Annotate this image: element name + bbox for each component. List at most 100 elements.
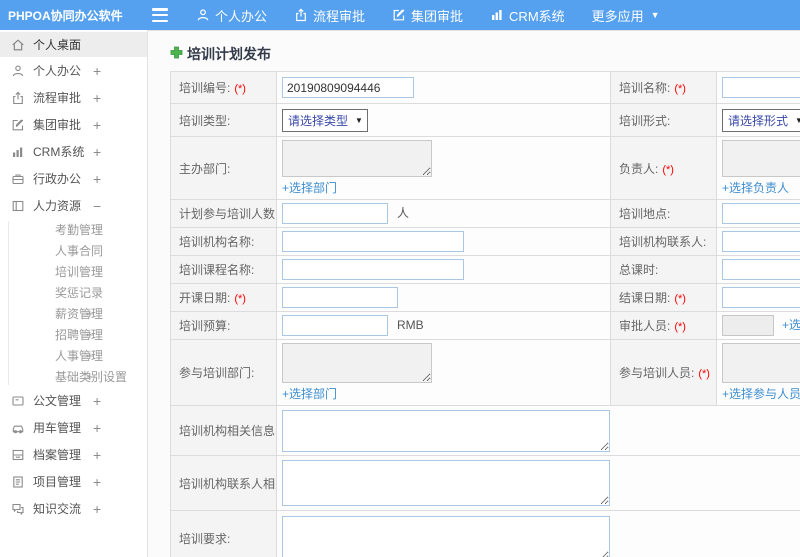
expand-icon[interactable]: + <box>86 306 94 321</box>
select-caret-icon: ▼ <box>795 116 800 125</box>
select-dept-link[interactable]: +选择部门 <box>282 179 337 196</box>
hamburger-menu-icon[interactable] <box>152 8 170 22</box>
sidebar-subitem-reward-punish[interactable]: 奖惩记录 <box>0 282 147 303</box>
upload-share-icon <box>10 90 25 105</box>
expand-icon[interactable]: + <box>93 501 101 517</box>
expand-icon[interactable]: + <box>93 393 101 409</box>
expand-icon[interactable]: + <box>86 327 94 342</box>
sidebar-subitem-salary[interactable]: 薪资管理 + <box>0 303 147 324</box>
top-bar: PHPOA协同办公软件 个人办公 流程审批 集团审批 CRM系统 更多应用 ▼ <box>0 0 800 30</box>
training-name-input[interactable] <box>722 77 800 98</box>
expand-icon[interactable]: + <box>93 171 101 187</box>
expand-icon[interactable]: + <box>86 369 94 384</box>
topnav-more-apps[interactable]: 更多应用 ▼ <box>592 6 660 25</box>
form-row-dates: 开课日期: (*) 结课日期: (*) <box>170 283 800 312</box>
requirement-label: 培训要求: <box>179 531 231 546</box>
end-date-input[interactable] <box>722 287 800 308</box>
org-info-textarea[interactable] <box>282 409 610 452</box>
host-dept-textarea[interactable] <box>282 140 432 177</box>
org-name-label: 培训机构名称: <box>179 235 255 249</box>
bar-chart-icon <box>490 8 504 22</box>
required-mark: (*) <box>662 163 674 176</box>
expand-icon[interactable]: + <box>93 420 101 436</box>
sidebar-subitem-attendance[interactable]: 考勤管理 <box>0 219 147 240</box>
leader-label: 负责人: <box>619 161 659 176</box>
sidebar-item-desktop[interactable]: 个人桌面 <box>0 32 147 57</box>
join-person-label: 参与培训人员: <box>619 366 695 380</box>
location-input[interactable] <box>722 203 800 224</box>
sidebar-subitem-hr-contract[interactable]: 人事合同 <box>0 240 147 261</box>
home-icon <box>10 37 25 52</box>
join-dept-textarea[interactable] <box>282 343 432 383</box>
required-mark: (*) <box>234 293 246 305</box>
course-name-label: 培训课程名称: <box>179 263 255 277</box>
app-logo: PHPOA协同办公软件 <box>8 8 123 23</box>
org-contact-info-label: 培训机构联系人相关信息: <box>179 476 276 491</box>
sidebar-item-official-doc[interactable]: 公文管理 + <box>0 387 147 414</box>
sidebar-item-flow-approval[interactable]: 流程审批 + <box>0 84 147 111</box>
select-join-person-link[interactable]: +选择参与人员 <box>722 385 800 402</box>
sidebar-item-admin-office[interactable]: 行政办公 + <box>0 165 147 192</box>
select-leader-link[interactable]: +选择负责人 <box>722 179 789 196</box>
total-hours-input[interactable] <box>722 259 800 280</box>
org-contact-info-textarea[interactable] <box>282 460 610 506</box>
topnav-personal-office[interactable]: 个人办公 <box>196 6 267 25</box>
topnav-label: 流程审批 <box>313 8 366 24</box>
leader-textarea[interactable] <box>722 140 800 177</box>
approver-label: 审批人员: <box>619 319 671 333</box>
sidebar-subitem-training[interactable]: 培训管理 <box>0 261 147 282</box>
expand-icon[interactable]: + <box>93 63 101 79</box>
course-name-input[interactable] <box>282 259 464 280</box>
org-name-input[interactable] <box>282 231 464 252</box>
sidebar-item-personal-office[interactable]: 个人办公 + <box>0 57 147 84</box>
training-form-select[interactable]: 请选择形式▼ <box>722 108 800 132</box>
expand-icon[interactable]: + <box>93 474 101 490</box>
sidebar-item-project[interactable]: 项目管理 + <box>0 468 147 495</box>
end-date-label: 结课日期: <box>619 291 671 305</box>
expand-icon[interactable]: + <box>93 144 101 160</box>
sidebar-subitem-base-category[interactable]: 基础类别设置 + <box>0 366 147 387</box>
training-no-input[interactable] <box>282 77 414 98</box>
main-content: 培训计划发布 培训编号:(*) 培训名称:(*) 培训类型: 请选择类型▼ 培训… <box>148 30 800 557</box>
required-mark: (*) <box>674 293 686 305</box>
topnav-flow-approval[interactable]: 流程审批 <box>294 6 365 25</box>
sidebar-subitem-recruit[interactable]: 招聘管理 + <box>0 324 147 345</box>
sidebar-item-crm[interactable]: CRM系统 + <box>0 138 147 165</box>
form-row-course-hours: 培训课程名称: 总课时: <box>170 255 800 284</box>
expand-icon[interactable]: + <box>93 117 101 133</box>
sidebar-item-archive[interactable]: 档案管理 + <box>0 441 147 468</box>
location-label: 培训地点: <box>619 207 671 221</box>
required-mark: (*) <box>234 83 246 95</box>
collapse-icon[interactable]: − <box>93 198 101 214</box>
upload-share-icon <box>294 8 308 22</box>
expand-icon[interactable]: + <box>93 90 101 106</box>
requirement-textarea[interactable] <box>282 515 610 557</box>
sidebar-item-knowledge[interactable]: 知识交流 + <box>0 495 147 522</box>
sidebar-item-group-approval[interactable]: 集团审批 + <box>0 111 147 138</box>
select-join-dept-link[interactable]: +选择部门 <box>282 385 337 402</box>
approver-input[interactable] <box>722 315 774 336</box>
total-hours-label: 总课时: <box>619 263 659 277</box>
user-icon <box>196 8 210 22</box>
form-row-dept-leader: 主办部门: +选择部门 负责人: (*) +选择负责人 <box>170 136 800 200</box>
budget-input[interactable] <box>282 315 388 336</box>
expand-icon[interactable]: + <box>86 348 94 363</box>
topnav-group-approval[interactable]: 集团审批 <box>392 6 463 25</box>
sidebar-item-vehicle[interactable]: 用车管理 + <box>0 414 147 441</box>
join-person-textarea[interactable] <box>722 343 800 383</box>
start-date-input[interactable] <box>282 287 398 308</box>
user-icon <box>10 63 25 78</box>
topnav-crm[interactable]: CRM系统 <box>490 6 565 25</box>
org-info-label: 培训机构相关信息: <box>179 424 277 438</box>
form-row-count-location: 计划参与培训人数:(*) 人 培训地点: <box>170 199 800 228</box>
org-contact-input[interactable] <box>722 231 800 252</box>
training-type-select[interactable]: 请选择类型 ▼ <box>282 108 368 132</box>
topnav-label: 更多应用 <box>591 8 644 24</box>
expand-icon[interactable]: + <box>93 447 101 463</box>
select-approver-link[interactable]: +选择审批人员 <box>782 318 800 332</box>
form-row-org-contact-info: 培训机构联系人相关信息: <box>170 455 800 511</box>
sidebar-subitem-personnel[interactable]: 人事管理 + <box>0 345 147 366</box>
planned-count-input[interactable] <box>282 203 388 224</box>
chevron-down-icon: ▼ <box>650 10 660 20</box>
sidebar-item-hr[interactable]: 人力资源 − <box>0 192 147 219</box>
